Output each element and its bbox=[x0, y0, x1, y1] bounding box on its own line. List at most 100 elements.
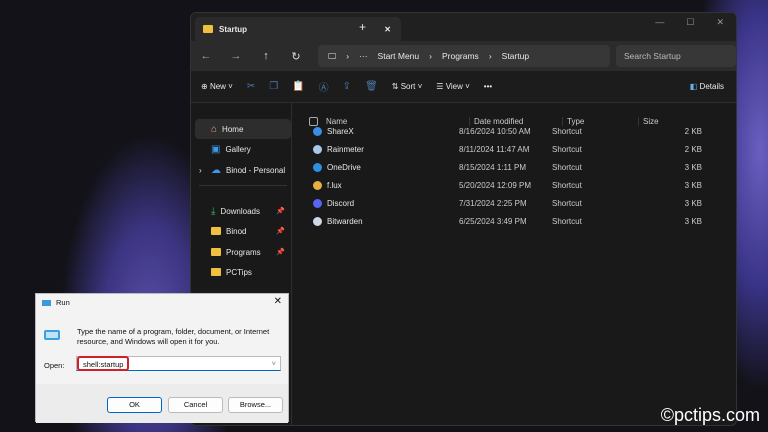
sidebar-item-gallery[interactable]: ▣ Gallery bbox=[195, 139, 291, 159]
pin-icon: 📌 bbox=[276, 249, 285, 256]
chevron-down-icon[interactable]: ˅ bbox=[272, 359, 276, 368]
open-input-value[interactable]: shell:startup bbox=[77, 356, 130, 371]
sidebar-item-pctips[interactable]: PCTips bbox=[195, 262, 291, 282]
close-window-icon[interactable]: ✕ bbox=[716, 17, 724, 28]
sidebar-item-binod[interactable]: Binod 📌 bbox=[195, 221, 291, 241]
file-size: 3 KB bbox=[684, 162, 702, 172]
gallery-icon: ▣ bbox=[211, 143, 221, 155]
refresh-icon[interactable]: ↻ bbox=[281, 50, 311, 63]
new-tab-button[interactable]: + bbox=[359, 20, 366, 34]
run-program-icon bbox=[44, 330, 60, 340]
sidebar-item-label: Home bbox=[222, 124, 244, 134]
breadcrumb-startup[interactable]: Startup bbox=[502, 51, 529, 61]
file-row[interactable]: f.lux 5/20/2024 12:09 PM Shortcut 3 KB bbox=[311, 176, 731, 194]
file-row[interactable]: OneDrive 8/15/2024 1:11 PM Shortcut 3 KB bbox=[311, 158, 731, 176]
file-name: Bitwarden bbox=[327, 216, 363, 226]
watermark: ©pctips.com bbox=[660, 405, 760, 425]
file-date: 8/15/2024 1:11 PM bbox=[459, 162, 527, 172]
file-type: Shortcut bbox=[552, 216, 582, 226]
file-size: 3 KB bbox=[684, 180, 702, 190]
file-type: Shortcut bbox=[552, 198, 582, 208]
file-type: Shortcut bbox=[552, 162, 582, 172]
address-bar-row: ← → ↑ ↻ 🖵 › ··· Start Menu › Programs › Startup… bbox=[191, 41, 736, 71]
browse-button[interactable]: Browse... bbox=[228, 397, 283, 413]
dialog-description: Type the name of a program, folder, docu… bbox=[77, 327, 270, 346]
file-row[interactable]: Discord 7/31/2024 2:25 PM Shortcut 3 KB bbox=[311, 194, 731, 212]
title-bar: Startup ✕ + — ☐ ✕ bbox=[191, 13, 736, 41]
shortcut-icon bbox=[313, 144, 322, 154]
tab-title: Startup bbox=[219, 24, 247, 34]
overflow-icon[interactable]: ··· bbox=[359, 51, 368, 61]
computer-icon: 🖵 bbox=[328, 50, 337, 61]
back-icon[interactable]: ← bbox=[191, 50, 221, 62]
ok-button[interactable]: OK bbox=[107, 397, 162, 413]
file-date: 6/25/2024 3:49 PM bbox=[459, 216, 527, 226]
pin-icon: 📌 bbox=[276, 228, 285, 235]
file-name: ShareX bbox=[327, 126, 354, 136]
delete-icon[interactable]: 🗑 bbox=[365, 81, 378, 92]
sort-button[interactable]: ⇅ Sort ˅ bbox=[392, 82, 423, 91]
file-row[interactable]: Bitwarden 6/25/2024 3:49 PM Shortcut 3 KB bbox=[311, 212, 731, 230]
run-icon bbox=[42, 299, 51, 306]
shortcut-icon bbox=[313, 126, 322, 136]
shortcut-icon bbox=[313, 162, 322, 172]
open-label: Open: bbox=[44, 361, 65, 370]
file-size: 2 KB bbox=[684, 144, 702, 154]
file-name: f.lux bbox=[327, 180, 342, 190]
expand-chevron-icon[interactable]: › bbox=[199, 166, 202, 175]
file-name: Discord bbox=[327, 198, 355, 208]
file-name: OneDrive bbox=[327, 162, 361, 172]
shortcut-icon bbox=[313, 216, 322, 226]
copy-icon[interactable]: ❐ bbox=[269, 81, 278, 92]
paste-icon[interactable]: 📋 bbox=[292, 81, 304, 92]
file-date: 8/16/2024 10:50 AM bbox=[459, 126, 531, 136]
new-button[interactable]: ⊕ New ˅ bbox=[201, 82, 233, 91]
breadcrumb[interactable]: 🖵 › ··· Start Menu › Programs › Startup bbox=[318, 45, 610, 67]
cut-icon[interactable]: ✂ bbox=[247, 81, 255, 92]
home-icon: ⌂ bbox=[211, 123, 218, 135]
sidebar-item-downloads[interactable]: ⤓ Downloads 📌 bbox=[195, 201, 291, 221]
sidebar-item-binod-personal[interactable]: ☁ Binod - Personal › bbox=[195, 160, 291, 180]
file-date: 8/11/2024 11:47 AM bbox=[459, 144, 530, 154]
minimize-icon[interactable]: — bbox=[655, 17, 664, 28]
file-row[interactable]: ShareX 8/16/2024 10:50 AM Shortcut 2 KB bbox=[311, 122, 731, 140]
sidebar-item-label: Programs bbox=[226, 247, 261, 257]
file-size: 3 KB bbox=[684, 216, 702, 226]
command-bar: ⊕ New ˅ ✂ ❐ 📋 Ⓐ ⇪ 🗑 ⇅ Sort ˅ ☰ View ˅ ••• ◧ D… bbox=[191, 71, 736, 103]
more-button[interactable]: ••• bbox=[484, 82, 492, 91]
maximize-icon[interactable]: ☐ bbox=[686, 17, 694, 28]
sidebar-item-label: Binod - Personal bbox=[226, 165, 286, 175]
breadcrumb-start-menu[interactable]: Start Menu bbox=[378, 51, 420, 61]
sidebar-item-label: Gallery bbox=[225, 144, 251, 154]
share-icon[interactable]: ⇪ bbox=[343, 81, 351, 92]
sidebar-item-home[interactable]: ⌂ Home bbox=[195, 119, 291, 139]
search-input[interactable]: Search Startup bbox=[616, 45, 736, 67]
folder-icon bbox=[211, 227, 221, 235]
shortcut-icon bbox=[313, 180, 322, 190]
sidebar-item-label: Downloads bbox=[220, 206, 260, 216]
file-row[interactable]: Rainmeter 8/11/2024 11:47 AM Shortcut 2 KB bbox=[311, 140, 731, 158]
details-button[interactable]: ◧ Details bbox=[690, 82, 724, 91]
tab-startup[interactable]: Startup ✕ bbox=[195, 17, 401, 41]
file-type: Shortcut bbox=[552, 144, 582, 154]
cancel-button[interactable]: Cancel bbox=[168, 397, 223, 413]
file-size: 2 KB bbox=[684, 126, 702, 136]
up-icon[interactable]: ↑ bbox=[251, 50, 281, 62]
dialog-title: Run bbox=[56, 298, 70, 307]
divider bbox=[199, 185, 287, 186]
folder-icon bbox=[211, 248, 221, 256]
view-button[interactable]: ☰ View ˅ bbox=[436, 82, 470, 91]
file-type: Shortcut bbox=[552, 180, 582, 190]
open-combobox[interactable]: shell:startup ˅ bbox=[76, 356, 281, 371]
pin-icon: 📌 bbox=[276, 208, 285, 215]
rename-icon[interactable]: Ⓐ bbox=[319, 79, 329, 94]
close-icon[interactable]: ✕ bbox=[274, 296, 282, 307]
file-type: Shortcut bbox=[552, 126, 582, 136]
folder-icon bbox=[211, 268, 221, 276]
sidebar-item-programs[interactable]: Programs 📌 bbox=[195, 242, 291, 262]
sidebar-item-label: Binod bbox=[226, 226, 247, 236]
close-tab-icon[interactable]: ✕ bbox=[384, 25, 391, 34]
breadcrumb-programs[interactable]: Programs bbox=[442, 51, 479, 61]
sidebar-item-label: PCTips bbox=[226, 267, 252, 277]
forward-icon[interactable]: → bbox=[221, 50, 251, 62]
